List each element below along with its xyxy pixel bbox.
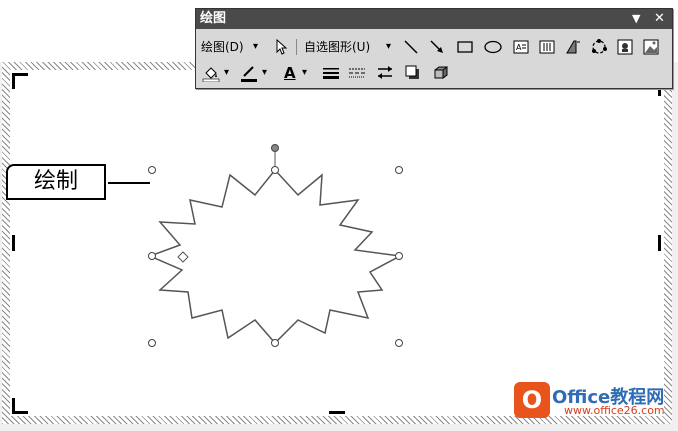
font-color-icon[interactable]: A: [284, 63, 296, 83]
arrow-style-icon[interactable]: [376, 64, 394, 82]
toolbar-separator: [296, 39, 297, 55]
arrow-icon[interactable]: [428, 38, 446, 56]
fill-color-icon[interactable]: [202, 64, 220, 82]
toolbar-options-icon[interactable]: ▼: [632, 9, 640, 29]
toolbar-row-1: 绘图(D) ▾ 自选图形(U) ▾ A: [196, 35, 672, 59]
resize-handle-bottom-right[interactable]: [395, 339, 403, 347]
dash-style-icon[interactable]: [348, 64, 366, 82]
chevron-down-icon[interactable]: ▾: [302, 63, 307, 83]
drawing-toolbar[interactable]: 绘图 ▼ ✕ 绘图(D) ▾ 自选图形(U) ▾ A ▾ ▾ A ▾: [195, 8, 673, 89]
clip-art-icon[interactable]: [616, 38, 634, 56]
autoshapes-menu-button[interactable]: 自选图形(U): [304, 37, 370, 57]
line-icon[interactable]: [402, 38, 420, 56]
rotation-handle[interactable]: [271, 144, 279, 152]
text-box-icon[interactable]: A: [512, 38, 530, 56]
resize-handle-top-left[interactable]: [148, 166, 156, 174]
resize-handle-right[interactable]: [395, 252, 403, 260]
chevron-down-icon[interactable]: ▾: [224, 63, 229, 83]
watermark-url: www.office26.com: [564, 404, 665, 417]
draw-menu-button[interactable]: 绘图(D): [201, 37, 244, 57]
diagram-icon[interactable]: [590, 38, 608, 56]
toolbar-row-2: ▾ ▾ A ▾: [196, 61, 672, 85]
office-logo: O: [514, 382, 550, 418]
resize-handle-top-right[interactable]: [395, 166, 403, 174]
shadow-style-icon[interactable]: [404, 64, 422, 82]
3d-style-icon[interactable]: [432, 64, 450, 82]
resize-handle-bottom[interactable]: [271, 339, 279, 347]
picture-icon[interactable]: [642, 38, 660, 56]
callout-leader-line: [108, 182, 150, 184]
toolbar-title[interactable]: 绘图: [196, 9, 672, 29]
wordart-icon[interactable]: [564, 38, 582, 56]
chevron-down-icon[interactable]: ▾: [386, 37, 391, 57]
resize-handle-left[interactable]: [148, 252, 156, 260]
resize-handle-bottom-left[interactable]: [148, 339, 156, 347]
vertical-text-box-icon[interactable]: [538, 38, 556, 56]
chevron-down-icon[interactable]: ▾: [262, 63, 267, 83]
resize-handle-top[interactable]: [271, 166, 279, 174]
svg-text:A: A: [516, 43, 522, 52]
line-color-icon[interactable]: [240, 64, 258, 82]
select-arrow-icon[interactable]: [272, 38, 290, 56]
chevron-down-icon[interactable]: ▾: [253, 37, 258, 57]
oval-icon[interactable]: [484, 38, 502, 56]
callout-label: 绘制: [6, 164, 106, 200]
line-style-icon[interactable]: [322, 64, 340, 82]
close-icon[interactable]: ✕: [654, 9, 665, 29]
rectangle-icon[interactable]: [456, 38, 474, 56]
